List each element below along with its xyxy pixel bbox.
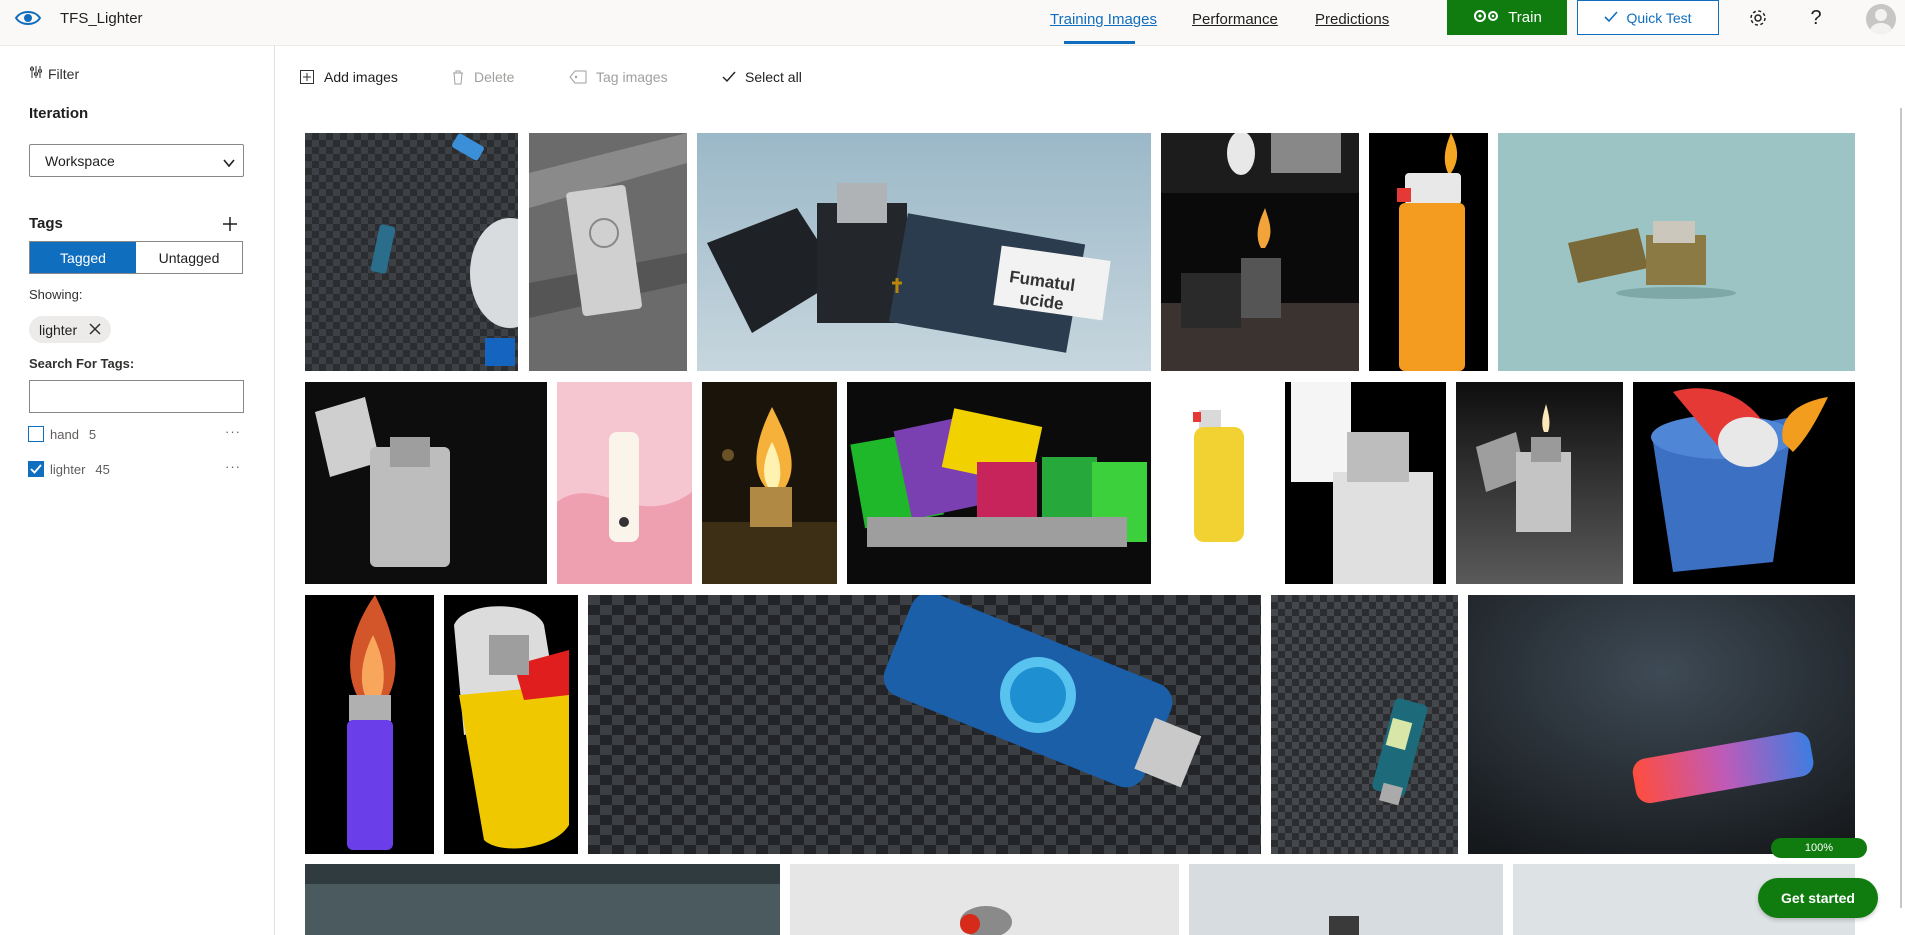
project-name: TFS_Lighter — [60, 10, 143, 27]
image-thumbnail[interactable] — [1271, 595, 1458, 854]
image-thumbnail[interactable] — [702, 382, 837, 584]
tag-icon — [569, 70, 587, 84]
image-thumbnail[interactable] — [1369, 133, 1488, 371]
train-label: Train — [1508, 9, 1542, 26]
scrollbar[interactable] — [1900, 108, 1902, 908]
image-thumbnail[interactable] — [1189, 864, 1503, 935]
image-thumbnail[interactable] — [305, 864, 780, 935]
image-thumbnail[interactable] — [847, 382, 1151, 584]
top-bar: TFS_Lighter Training Images Performance … — [0, 0, 1905, 46]
filter-label: Filter — [48, 65, 80, 82]
iteration-select[interactable]: Workspace — [29, 144, 244, 177]
more-options-icon[interactable]: ··· — [225, 424, 241, 439]
filter-icon — [29, 65, 43, 82]
checkmark-icon — [1604, 10, 1619, 26]
get-started-button[interactable]: Get started — [1758, 878, 1878, 918]
checkmark-icon — [722, 71, 736, 83]
tab-predictions[interactable]: Predictions — [1315, 11, 1389, 28]
image-thumbnail[interactable] — [529, 133, 687, 371]
quick-test-button[interactable]: Quick Test — [1577, 0, 1719, 35]
tag-row-hand: hand 5 ··· — [28, 424, 243, 444]
image-thumbnail[interactable] — [305, 382, 547, 584]
image-thumbnail[interactable] — [1633, 382, 1855, 584]
image-thumbnail[interactable] — [1161, 133, 1359, 371]
iteration-label: Iteration — [29, 105, 89, 122]
tag-count: 45 — [95, 461, 110, 477]
chip-label: lighter — [39, 321, 78, 338]
tags-label: Tags — [29, 215, 63, 232]
progress-badge: 100% — [1771, 838, 1867, 858]
sidebar: Filter Iteration Workspace Tags Tagged U… — [0, 46, 275, 935]
train-button[interactable]: Train — [1447, 0, 1567, 35]
avatar[interactable] — [1866, 4, 1896, 34]
showing-tag-chip: lighter — [29, 316, 112, 343]
image-thumbnail[interactable] — [588, 595, 1261, 854]
tab-performance[interactable]: Performance — [1192, 11, 1278, 28]
tag-images-label: Tag images — [596, 69, 668, 85]
image-thumbnail[interactable] — [557, 382, 692, 584]
filter-toggle[interactable]: Filter — [29, 65, 79, 82]
quick-test-label: Quick Test — [1626, 9, 1692, 26]
gears-icon — [1472, 8, 1500, 28]
iteration-value: Workspace — [45, 152, 115, 169]
image-thumbnail[interactable] — [1468, 595, 1855, 854]
image-thumbnail[interactable] — [305, 133, 518, 371]
image-thumbnail[interactable] — [444, 595, 578, 854]
tag-name: lighter — [50, 461, 86, 477]
select-all-button[interactable]: Select all — [722, 69, 802, 85]
trash-icon — [453, 70, 463, 85]
tag-row-lighter: lighter 45 ··· — [28, 459, 243, 479]
tag-checkbox[interactable] — [28, 426, 44, 442]
tag-name: hand — [50, 426, 79, 442]
image-thumbnail[interactable] — [1161, 382, 1275, 584]
delete-button[interactable]: Delete — [451, 69, 514, 85]
tagged-untagged-toggle: Tagged Untagged — [29, 241, 243, 274]
image-thumbnail[interactable] — [1498, 133, 1855, 371]
search-tags-label: Search For Tags: — [29, 356, 135, 371]
add-images-button[interactable]: Add images — [299, 69, 398, 85]
close-icon[interactable] — [89, 322, 101, 338]
add-tag-icon[interactable] — [220, 214, 240, 234]
add-image-icon — [300, 70, 314, 84]
help-icon[interactable]: ? — [1804, 6, 1828, 30]
untagged-tab[interactable]: Untagged — [136, 242, 242, 273]
chevron-down-icon — [223, 155, 235, 171]
tagged-tab[interactable]: Tagged — [30, 242, 136, 273]
search-tags-input[interactable] — [29, 380, 244, 413]
image-thumbnail[interactable] — [1456, 382, 1623, 584]
checkmark-icon — [30, 464, 42, 474]
add-images-label: Add images — [324, 69, 398, 85]
tag-checkbox[interactable] — [28, 461, 44, 477]
image-thumbnail[interactable]: Fumatul ucide — [697, 133, 1151, 371]
tag-count: 5 — [88, 426, 97, 442]
tag-images-button[interactable]: Tag images — [569, 69, 668, 85]
more-options-icon[interactable]: ··· — [225, 459, 241, 474]
delete-label: Delete — [474, 69, 515, 85]
gear-icon[interactable] — [1746, 6, 1770, 30]
image-thumbnail[interactable] — [305, 595, 434, 854]
tab-training-images[interactable]: Training Images — [1050, 11, 1157, 28]
image-thumbnail[interactable] — [790, 864, 1179, 935]
showing-label: Showing: — [29, 287, 83, 302]
image-thumbnail[interactable] — [1285, 382, 1446, 584]
eye-logo-icon[interactable] — [14, 8, 42, 28]
select-all-label: Select all — [745, 69, 802, 85]
active-tab-indicator — [1064, 41, 1135, 44]
